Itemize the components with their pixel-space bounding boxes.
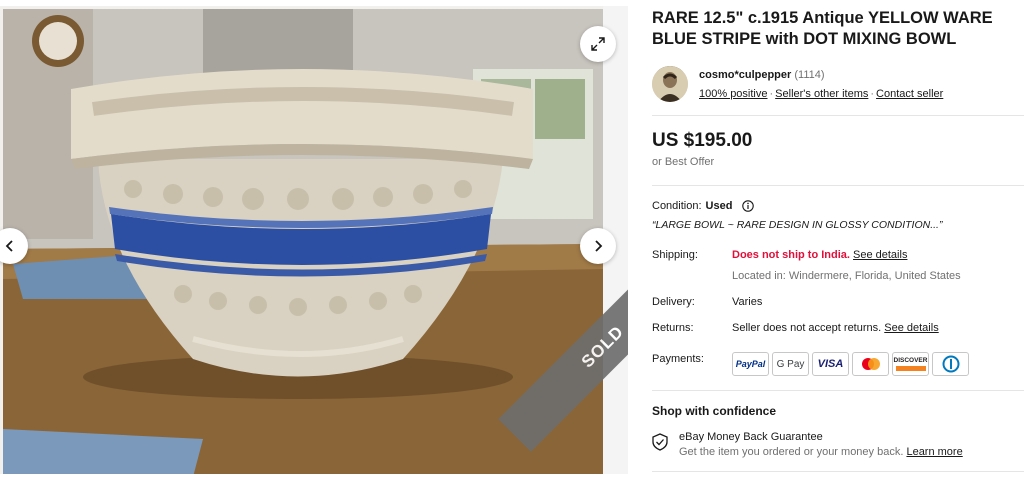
separator-dot: · (870, 88, 875, 100)
seller-name[interactable]: cosmo*culpepper (1114) (699, 69, 825, 81)
seller-username[interactable]: cosmo*culpepper (699, 69, 791, 81)
seller-feedback-count: (1114) (794, 69, 825, 81)
payment-methods: PayPal G Pay VISA DISCOVER (732, 352, 969, 376)
chevron-right-icon (595, 240, 603, 252)
condition-value: Used (705, 200, 733, 212)
best-offer-text: or Best Offer (652, 156, 715, 168)
expand-image-button[interactable] (580, 26, 616, 62)
google-pay-icon: G Pay (772, 352, 809, 376)
next-image-button[interactable] (580, 228, 616, 264)
returns-policy: Seller does not accept returns. (732, 322, 882, 334)
returns-value: Seller does not accept returns. See deta… (732, 322, 939, 334)
paypal-icon: PayPal (732, 352, 769, 376)
money-back-guarantee-title: eBay Money Back Guarantee (679, 431, 823, 443)
visa-icon: VISA (812, 352, 849, 376)
condition-description: “LARGE BOWL ~ RARE DESIGN IN GLOSSY COND… (652, 219, 943, 231)
mastercard-circles (861, 358, 880, 370)
shipping-value: Does not ship to India. See details (732, 249, 907, 261)
divider (652, 115, 1024, 116)
expand-icon (591, 37, 605, 51)
diners-club-icon (932, 352, 969, 376)
payments-label: Payments: (652, 353, 704, 365)
seller-avatar[interactable] (652, 66, 688, 102)
discover-icon: DISCOVER (892, 352, 929, 376)
item-location: Located in: Windermere, Florida, United … (732, 270, 961, 282)
delivery-label: Delivery: (652, 296, 695, 308)
seller-links: 100% positive · Seller's other items · Conta… (699, 88, 943, 100)
positive-feedback-link[interactable]: 100% positive (699, 88, 768, 100)
shipping-label: Shipping: (652, 249, 698, 261)
seller-card: cosmo*culpepper (1114) 100% positive · Sel… (652, 66, 1024, 106)
image-gallery: SOLD (0, 6, 628, 474)
divider (652, 471, 1024, 472)
learn-more-link[interactable]: Learn more (906, 446, 962, 458)
listing-title: RARE 12.5" c.1915 Antique YELLOW WARE BL… (652, 9, 993, 48)
money-back-guarantee-desc: Get the item you ordered or your money b… (679, 446, 963, 458)
avatar-portrait (652, 66, 688, 102)
divider (652, 390, 1024, 391)
returns-label: Returns: (652, 322, 694, 334)
divider (652, 185, 1024, 186)
info-icon[interactable] (741, 200, 754, 212)
price: US $195.00 (652, 130, 753, 151)
listing-details-panel: RARE 12.5" c.1915 Antique YELLOW WARE BL… (652, 0, 1024, 479)
guarantee-description: Get the item you ordered or your money b… (679, 446, 904, 458)
shield-check-icon (652, 433, 668, 451)
returns-details-link[interactable]: See details (884, 322, 938, 334)
shop-with-confidence-title: Shop with confidence (652, 404, 777, 418)
condition-label: Condition: (652, 200, 702, 212)
seller-other-items-link[interactable]: Seller's other items (775, 88, 868, 100)
contact-seller-link[interactable]: Contact seller (876, 88, 943, 100)
shipping-status: Does not ship to India. (732, 249, 850, 261)
mastercard-icon (852, 352, 889, 376)
condition-row: Condition: Used (652, 200, 754, 212)
shipping-details-link[interactable]: See details (853, 249, 907, 261)
delivery-value: Varies (732, 296, 763, 308)
separator-dot: · (769, 88, 774, 100)
diners-circle (942, 355, 959, 373)
chevron-left-icon (5, 240, 13, 252)
discover-stripe (895, 366, 926, 371)
